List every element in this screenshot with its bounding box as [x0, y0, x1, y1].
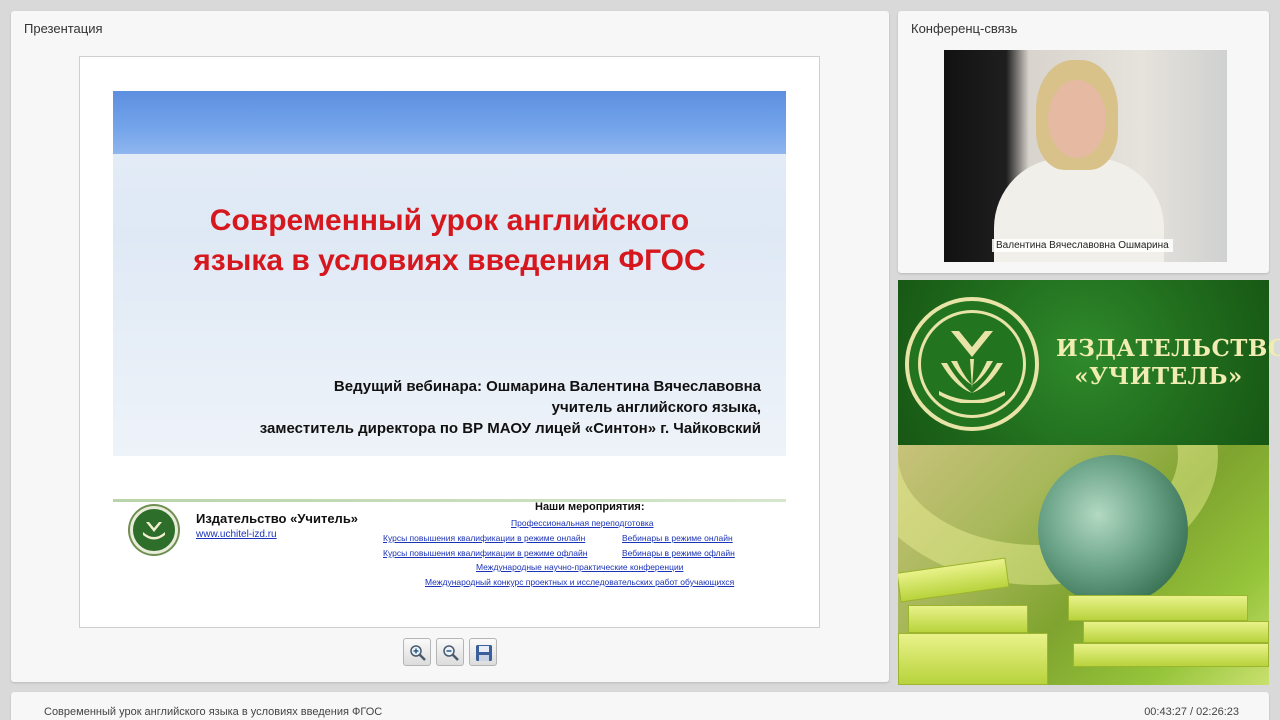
- slide-title-line1: Современный урок английского: [209, 204, 690, 237]
- presentation-panel-title: Презентация: [24, 21, 103, 36]
- book-image: [898, 633, 1048, 685]
- slide-host-line2: учитель английского языка,: [551, 399, 761, 416]
- footer-publisher-url[interactable]: www.uchitel-izd.ru: [196, 529, 277, 540]
- publisher-ad-line1: ИЗДАТЕЛЬСТВО: [1056, 335, 1280, 362]
- slide-title: Современный урок английского языка в усл…: [113, 201, 786, 281]
- slide-banner-header: [113, 91, 786, 154]
- zoom-out-button[interactable]: [436, 638, 464, 666]
- footer-publisher-name: Издательство «Учитель»: [196, 511, 359, 526]
- webcam-video[interactable]: Валентина Вячеславовна Ошмарина: [944, 50, 1227, 262]
- book-image: [908, 605, 1028, 633]
- book-image: [898, 557, 1010, 603]
- slide-host-line3: заместитель директора по ВР МАОУ лицей «…: [259, 420, 761, 437]
- webinar-title: Современный урок английского языка в усл…: [44, 706, 383, 718]
- publisher-ad-name: ИЗДАТЕЛЬСТВО «УЧИТЕЛЬ»: [1056, 335, 1280, 391]
- participant-name-label: Валентина Вячеславовна Ошмарина: [992, 239, 1173, 252]
- events-heading: Наши мероприятия:: [535, 501, 645, 513]
- publisher-ad-line2: «УЧИТЕЛЬ»: [1074, 363, 1243, 390]
- event-link-courses-offline[interactable]: Курсы повышения квалификации в режиме оф…: [383, 548, 587, 558]
- book-image: [1083, 621, 1269, 643]
- playback-time: 00:43:27 / 02:26:23: [1144, 706, 1239, 718]
- event-link-contest[interactable]: Международный конкурс проектных и исслед…: [425, 577, 734, 587]
- webcam-person-face: [1048, 80, 1106, 158]
- slide-title-line2: языка в условиях введения ФГОС: [193, 244, 706, 277]
- presentation-slide: Современный урок английского языка в усл…: [79, 56, 820, 628]
- bottom-status-bar: Современный урок английского языка в усл…: [11, 692, 1269, 720]
- publisher-ad-banner[interactable]: ИЗДАТЕЛЬСТВО «УЧИТЕЛЬ»: [898, 280, 1280, 445]
- save-button[interactable]: [469, 638, 497, 666]
- slide-footer: Издательство «Учитель» www.uchitel-izd.r…: [113, 499, 786, 609]
- event-link-courses-online[interactable]: Курсы повышения квалификации в режиме он…: [383, 533, 585, 543]
- book-image: [1073, 643, 1269, 667]
- conference-panel-title: Конференц-связь: [911, 21, 1018, 36]
- publisher-emblem-icon: [905, 297, 1039, 431]
- zoom-in-icon: [410, 645, 426, 661]
- conference-panel: Конференц-связь Валентина Вячеславовна О…: [898, 11, 1269, 273]
- event-link-retraining[interactable]: Профессиональная переподготовка: [511, 518, 653, 528]
- slide-host-line1: Ведущий вебинара: Ошмарина Валентина Вяч…: [333, 378, 761, 395]
- floppy-disk-icon: [476, 645, 492, 661]
- publisher-logo-icon: [130, 506, 178, 554]
- book-image: [1068, 595, 1248, 621]
- zoom-in-button[interactable]: [403, 638, 431, 666]
- event-link-webinars-online[interactable]: Вебинары в режиме онлайн: [622, 533, 733, 543]
- globe-image: [1038, 455, 1188, 605]
- presentation-panel: Презентация Современный урок английского…: [11, 11, 889, 682]
- footer-divider: [113, 499, 786, 502]
- zoom-out-icon: [443, 645, 459, 661]
- event-link-webinars-offline[interactable]: Вебинары в режиме офлайн: [622, 548, 735, 558]
- publisher-ad-photo: [898, 445, 1269, 685]
- event-link-conferences[interactable]: Международные научно-практические конфер…: [476, 562, 683, 572]
- slide-banner: Современный урок английского языка в усл…: [113, 91, 786, 456]
